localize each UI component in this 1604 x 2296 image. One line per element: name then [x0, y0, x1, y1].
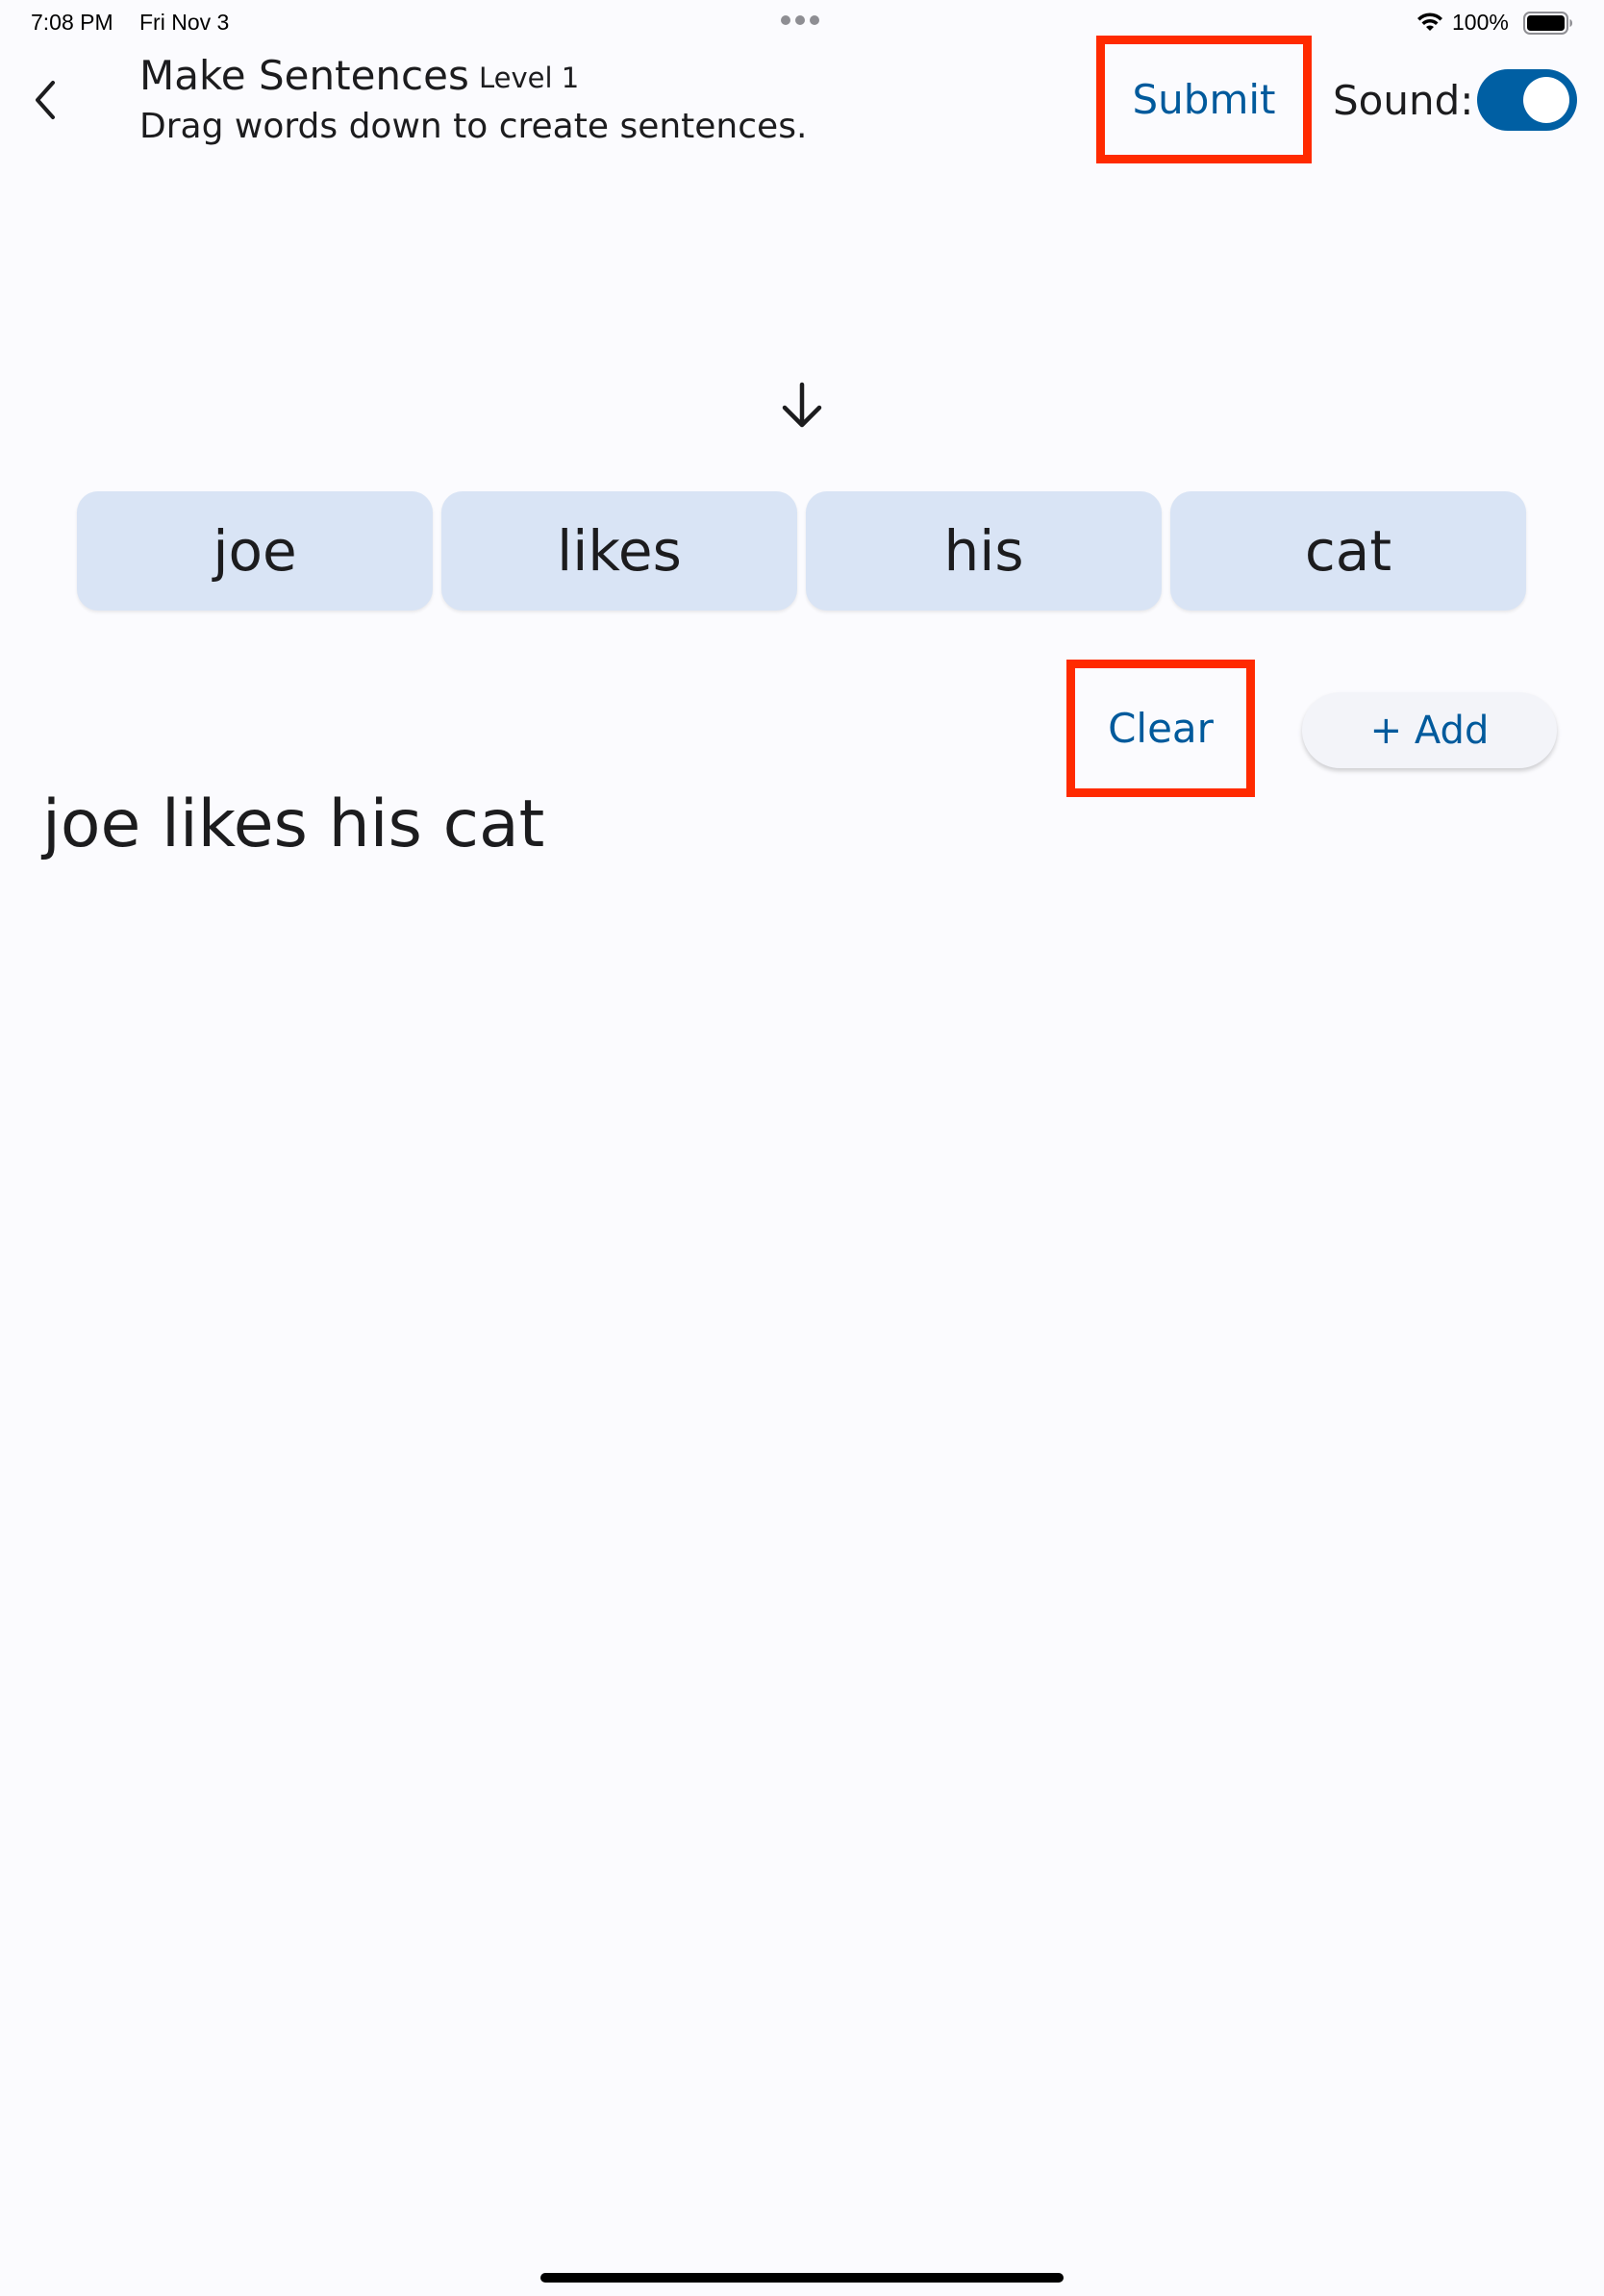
battery-percent: 100% [1452, 10, 1509, 35]
wifi-icon [1416, 11, 1444, 37]
clear-button[interactable]: Clear [1077, 670, 1244, 786]
home-indicator[interactable] [540, 2273, 1064, 2283]
word-tile[interactable]: cat [1170, 491, 1526, 611]
instructions-text: Drag words down to create sentences. [139, 107, 808, 146]
level-label: Level 1 [479, 62, 580, 94]
status-time: 7:08 PM [31, 10, 113, 35]
arrow-down-icon [775, 379, 829, 437]
sound-toggle[interactable] [1477, 69, 1577, 131]
add-button[interactable]: + Add [1302, 692, 1557, 768]
toggle-knob [1523, 77, 1569, 123]
word-tile[interactable]: likes [441, 491, 797, 611]
chevron-left-icon [36, 81, 55, 119]
multitasking-dots-icon[interactable] [781, 15, 819, 25]
word-tile[interactable]: his [806, 491, 1162, 611]
word-tile[interactable]: joe [77, 491, 433, 611]
battery-full-icon [1523, 12, 1573, 38]
submit-button[interactable]: Submit [1107, 46, 1301, 153]
sentence-text: joe likes his cat [42, 786, 545, 862]
back-button[interactable] [21, 73, 69, 127]
sound-label: Sound: [1333, 77, 1474, 124]
page-title: Make Sentences [139, 52, 469, 99]
status-date: Fri Nov 3 [139, 10, 230, 35]
